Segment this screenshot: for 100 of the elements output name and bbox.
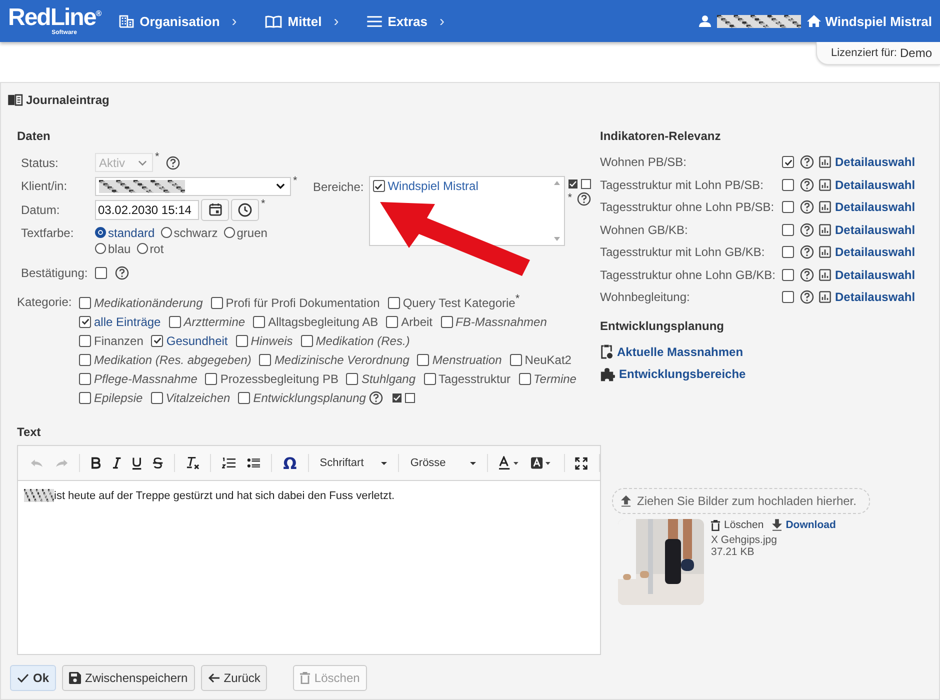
checkbox[interactable] — [417, 354, 430, 366]
help-icon[interactable] — [166, 156, 180, 170]
checkbox[interactable] — [782, 291, 794, 304]
detail-link[interactable]: Detailauswahl — [819, 268, 916, 282]
category-label[interactable]: Medizinische Verordnung — [274, 352, 410, 366]
category-label[interactable]: Finanzen — [94, 334, 144, 348]
planning-link[interactable]: Entwicklungsbereiche — [600, 363, 931, 386]
checkbox[interactable] — [346, 372, 358, 384]
checkbox[interactable] — [79, 316, 91, 328]
category-label[interactable]: Menstruation — [432, 352, 502, 366]
detail-link[interactable]: Detailauswahl — [819, 155, 916, 170]
checkbox[interactable] — [79, 372, 91, 384]
category-label[interactable]: alle Einträge — [94, 314, 161, 328]
checkbox[interactable] — [518, 372, 531, 384]
category-label[interactable]: Stuhlgang — [361, 372, 416, 386]
help-icon[interactable] — [800, 290, 814, 304]
category-label[interactable]: Arzttermine — [184, 314, 246, 328]
checkbox[interactable] — [782, 224, 794, 236]
help-icon[interactable] — [800, 178, 814, 192]
checkbox[interactable] — [236, 334, 248, 346]
category-label[interactable]: Query Test Kategorie — [402, 296, 516, 310]
checkbox[interactable] — [151, 334, 164, 346]
underline-icon[interactable] — [132, 456, 142, 470]
detail-link[interactable]: Detailauswahl — [819, 290, 916, 304]
detail-link[interactable]: Detailauswahl — [819, 222, 916, 237]
help-icon[interactable] — [576, 192, 591, 206]
help-icon[interactable] — [800, 245, 814, 260]
checkbox[interactable] — [259, 354, 272, 366]
category-label[interactable]: Tagesstruktur — [438, 372, 511, 386]
checkbox[interactable] — [253, 316, 266, 328]
category-label[interactable]: FB-Massnahmen — [456, 314, 547, 328]
nav-menu-item[interactable]: Extras › — [366, 12, 444, 30]
checkbox[interactable] — [79, 334, 91, 346]
category-label[interactable]: Gesundheit — [166, 334, 228, 348]
category-label[interactable]: Termine — [534, 372, 576, 386]
date-field[interactable]: 03.02.2030 15:14 — [95, 200, 199, 220]
checkbox[interactable] — [300, 334, 313, 346]
italic-icon[interactable] — [112, 457, 122, 469]
action-button[interactable]: Zurück — [200, 665, 268, 691]
checkbox[interactable] — [782, 246, 794, 258]
home-link[interactable]: Windspiel Mistral — [807, 14, 932, 28]
radio-option[interactable]: schwarz — [160, 226, 218, 240]
category-label[interactable]: Epilepsie — [94, 390, 143, 404]
category-label[interactable]: Alltagsbegleitung AB — [268, 314, 378, 328]
checkbox[interactable] — [79, 354, 91, 366]
help-icon[interactable] — [368, 390, 383, 404]
calendar-button[interactable] — [201, 198, 229, 221]
select-all-none-icon[interactable] — [568, 179, 592, 189]
category-label[interactable]: Medikation (Res.) — [316, 334, 410, 348]
image-drop-zone[interactable]: Ziehen Sie Bilder zum hochladen hierher. — [612, 488, 870, 514]
checkbox[interactable] — [372, 180, 385, 192]
checkbox[interactable] — [150, 392, 163, 404]
action-button[interactable]: Ok — [10, 665, 56, 691]
checkbox[interactable] — [388, 296, 400, 308]
help-icon[interactable] — [800, 268, 814, 282]
text-color-icon[interactable] — [499, 456, 520, 470]
checkbox[interactable] — [782, 156, 794, 168]
font-select[interactable]: Schriftart — [320, 457, 388, 469]
special-character-button[interactable]: Ω — [283, 454, 297, 472]
size-select[interactable]: Grösse — [410, 457, 476, 469]
checkbox[interactable] — [79, 296, 91, 308]
checkbox[interactable] — [79, 392, 91, 404]
radio-option[interactable]: blau — [95, 242, 131, 256]
bold-icon[interactable] — [91, 457, 101, 469]
category-label[interactable]: Medikationänderung — [94, 296, 203, 310]
checkbox[interactable] — [782, 268, 794, 281]
clock-button[interactable] — [231, 198, 259, 221]
checkbox[interactable] — [424, 372, 436, 384]
background-color-icon[interactable] — [531, 456, 553, 470]
checkbox[interactable] — [205, 372, 218, 384]
numbered-list-icon[interactable] — [222, 457, 236, 469]
checkbox[interactable] — [510, 354, 522, 366]
clear-format-icon[interactable] — [186, 456, 200, 470]
radio-option[interactable]: gruen — [224, 226, 268, 240]
category-label[interactable]: Hinweis — [250, 334, 293, 348]
list-item[interactable]: Windspiel Mistral — [388, 179, 478, 193]
radio-option[interactable]: rot — [136, 242, 164, 256]
action-button[interactable]: Zwischenspeichern — [62, 665, 195, 691]
fullscreen-icon[interactable] — [575, 456, 588, 470]
help-icon[interactable] — [800, 200, 814, 214]
category-label[interactable]: Profi für Profi Dokumentation — [226, 296, 380, 310]
checkbox[interactable] — [168, 316, 181, 328]
detail-link[interactable]: Detailauswahl — [819, 178, 916, 192]
delete-link[interactable]: Löschen — [711, 519, 764, 531]
client-select[interactable] — [95, 176, 291, 196]
checkbox[interactable] — [782, 178, 794, 191]
category-label[interactable]: Vitalzeichen — [166, 390, 230, 404]
editor-text[interactable]: ist heute auf der Treppe gestürzt und hat sich dabei den Fuss verletzt. — [54, 490, 395, 502]
help-icon[interactable] — [800, 222, 814, 237]
checkbox[interactable] — [238, 392, 250, 404]
planning-link[interactable]: Aktuelle Massnahmen — [600, 340, 931, 363]
category-label[interactable]: Medikation (Res. abgegeben) — [94, 352, 252, 366]
strikethrough-icon[interactable] — [153, 457, 163, 469]
category-label[interactable]: NeuKat2 — [524, 352, 572, 366]
checkbox[interactable] — [386, 316, 398, 328]
bullet-list-icon[interactable] — [246, 457, 260, 469]
checkbox[interactable] — [782, 201, 794, 214]
detail-link[interactable]: Detailauswahl — [819, 200, 916, 214]
nav-menu-item[interactable]: Organisation › — [118, 12, 237, 30]
nav-menu-item[interactable]: Mittel › — [264, 12, 339, 30]
